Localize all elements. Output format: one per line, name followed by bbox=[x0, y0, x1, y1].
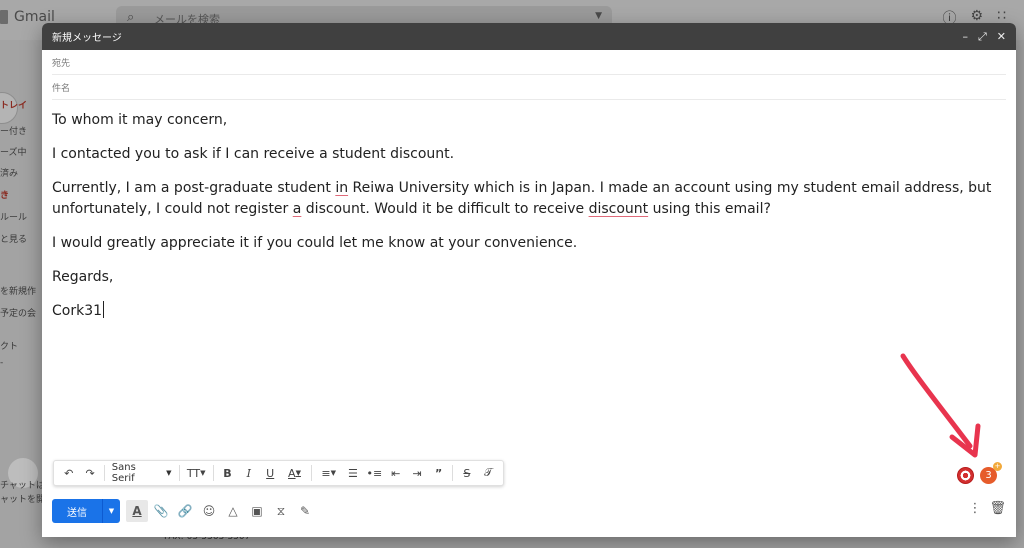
search-options-icon[interactable]: ▼ bbox=[595, 11, 602, 21]
numbered-list-icon[interactable]: ☰ bbox=[342, 462, 363, 484]
quote-icon[interactable]: ” bbox=[428, 462, 449, 484]
italic-icon[interactable]: I bbox=[238, 462, 259, 484]
body-line3: I would greatly appreciate it if you cou… bbox=[52, 235, 578, 251]
to-label: 宛先 bbox=[52, 58, 71, 69]
sidebar-item-rules[interactable]: ルール bbox=[0, 210, 27, 223]
subject-field[interactable]: 件名 bbox=[52, 75, 1006, 100]
compose-actions: 送信 ▼ A 📎 🔗 ☺ △ ▣ ⧖ ✎ bbox=[52, 499, 316, 523]
body-signature: Cork31 bbox=[52, 301, 105, 319]
sidebar-item-more[interactable]: と見る bbox=[0, 232, 27, 245]
strikethrough-icon[interactable]: S bbox=[456, 462, 477, 484]
message-body[interactable]: To whom it may concern, I contacted you … bbox=[42, 100, 1016, 322]
remove-formatting-icon[interactable]: 𝒯 bbox=[478, 462, 499, 484]
link-icon[interactable]: 🔗 bbox=[174, 500, 196, 522]
more-options-icon[interactable]: ⋮ bbox=[968, 501, 981, 516]
text-caret bbox=[103, 301, 105, 318]
align-icon[interactable]: ≡ ▼ bbox=[315, 462, 342, 484]
photo-icon[interactable]: ▣ bbox=[246, 500, 268, 522]
subject-label: 件名 bbox=[52, 83, 71, 94]
toolbar-divider bbox=[178, 465, 180, 481]
sidebar-item-starred[interactable]: ー付き bbox=[0, 124, 27, 137]
attach-icon[interactable]: 📎 bbox=[150, 500, 172, 522]
gmail-sidebar: トレイ ー付き ーズ中 済み き ルール と見る を新規作 予定の会 クト - … bbox=[0, 40, 45, 548]
compose-title: 新規メッセージ bbox=[52, 33, 122, 44]
close-icon[interactable]: ✕ bbox=[997, 30, 1006, 44]
formatting-toolbar: ↶ ↷ Sans Serif ▼ TT ▼ B I U A ▼ ≡ ▼ ☰ •≡ ⇤ ⇥… bbox=[53, 460, 504, 486]
to-field[interactable]: 宛先 bbox=[52, 50, 1006, 75]
target-extension-icon[interactable] bbox=[957, 467, 974, 484]
compose-tools: A 📎 🔗 ☺ △ ▣ ⧖ ✎ bbox=[126, 500, 316, 522]
toolbar-divider bbox=[212, 465, 214, 481]
underline-icon[interactable]: U bbox=[260, 462, 281, 484]
font-size-icon[interactable]: TT ▼ bbox=[183, 462, 210, 484]
sidebar-item-new-meeting[interactable]: を新規作 bbox=[0, 284, 36, 297]
sidebar-item-scheduled[interactable]: 予定の会 bbox=[0, 306, 36, 319]
confidential-mode-icon[interactable]: ⧖ bbox=[270, 500, 292, 522]
toolbar-divider bbox=[311, 465, 313, 481]
body-line2: Currently, I am a post-graduate student … bbox=[52, 180, 992, 217]
extension-badge-icon[interactable]: 3 + bbox=[980, 462, 1002, 484]
text-color-icon[interactable]: A ▼ bbox=[281, 462, 308, 484]
sidebar-item-drafts[interactable]: き bbox=[0, 188, 9, 201]
signature-icon[interactable]: ✎ bbox=[294, 500, 316, 522]
send-button-group: 送信 ▼ bbox=[52, 499, 120, 523]
trash-icon[interactable]: 🗑 bbox=[989, 501, 1006, 516]
emoji-icon[interactable]: ☺ bbox=[198, 500, 220, 522]
chat-notice-line1: チャットは bbox=[0, 481, 45, 491]
drive-icon[interactable]: △ bbox=[222, 500, 244, 522]
body-greeting: To whom it may concern, bbox=[52, 112, 228, 128]
sidebar-item-inbox[interactable]: トレイ bbox=[0, 98, 27, 111]
indent-more-icon[interactable]: ⇥ bbox=[406, 462, 427, 484]
body-closing: Regards, bbox=[52, 269, 114, 285]
bulleted-list-icon[interactable]: •≡ bbox=[364, 462, 385, 484]
compose-titlebar[interactable]: 新規メッセージ – ⤢ ✕ bbox=[42, 23, 1016, 50]
send-button[interactable]: 送信 bbox=[52, 499, 102, 523]
sidebar-item-sent[interactable]: 済み bbox=[0, 166, 18, 179]
send-options-icon[interactable]: ▼ bbox=[102, 499, 120, 523]
spellcheck-word-in[interactable]: in bbox=[335, 180, 348, 196]
sidebar-item-snoozed[interactable]: ーズ中 bbox=[0, 145, 27, 158]
toolbar-divider bbox=[103, 465, 105, 481]
sidebar-item-dash: - bbox=[0, 358, 4, 368]
badge-plus: + bbox=[993, 462, 1002, 471]
gmail-logo-icon bbox=[0, 10, 8, 24]
body-line1: I contacted you to ask if I can receive … bbox=[52, 146, 455, 162]
fullscreen-icon[interactable]: ⤢ bbox=[978, 30, 987, 44]
minimize-icon[interactable]: – bbox=[962, 30, 968, 44]
sidebar-item-contacts[interactable]: クト bbox=[0, 339, 18, 352]
spellcheck-word-discount[interactable]: discount bbox=[589, 201, 649, 217]
indent-less-icon[interactable]: ⇤ bbox=[385, 462, 406, 484]
bold-icon[interactable]: B bbox=[217, 462, 238, 484]
formatting-options-icon[interactable]: A bbox=[126, 500, 148, 522]
font-family-select[interactable]: Sans Serif ▼ bbox=[108, 462, 176, 484]
redo-icon[interactable]: ↷ bbox=[79, 462, 100, 484]
toolbar-divider bbox=[452, 465, 454, 481]
compose-right-tools: ⋮ 🗑 bbox=[968, 501, 1006, 516]
chat-notice-line2[interactable]: ャットを開 bbox=[0, 492, 45, 505]
compose-window: 新規メッセージ – ⤢ ✕ 宛先 件名 To whom it may conce… bbox=[42, 23, 1016, 537]
chevron-down-icon: ▼ bbox=[166, 469, 172, 477]
undo-icon[interactable]: ↶ bbox=[58, 462, 79, 484]
